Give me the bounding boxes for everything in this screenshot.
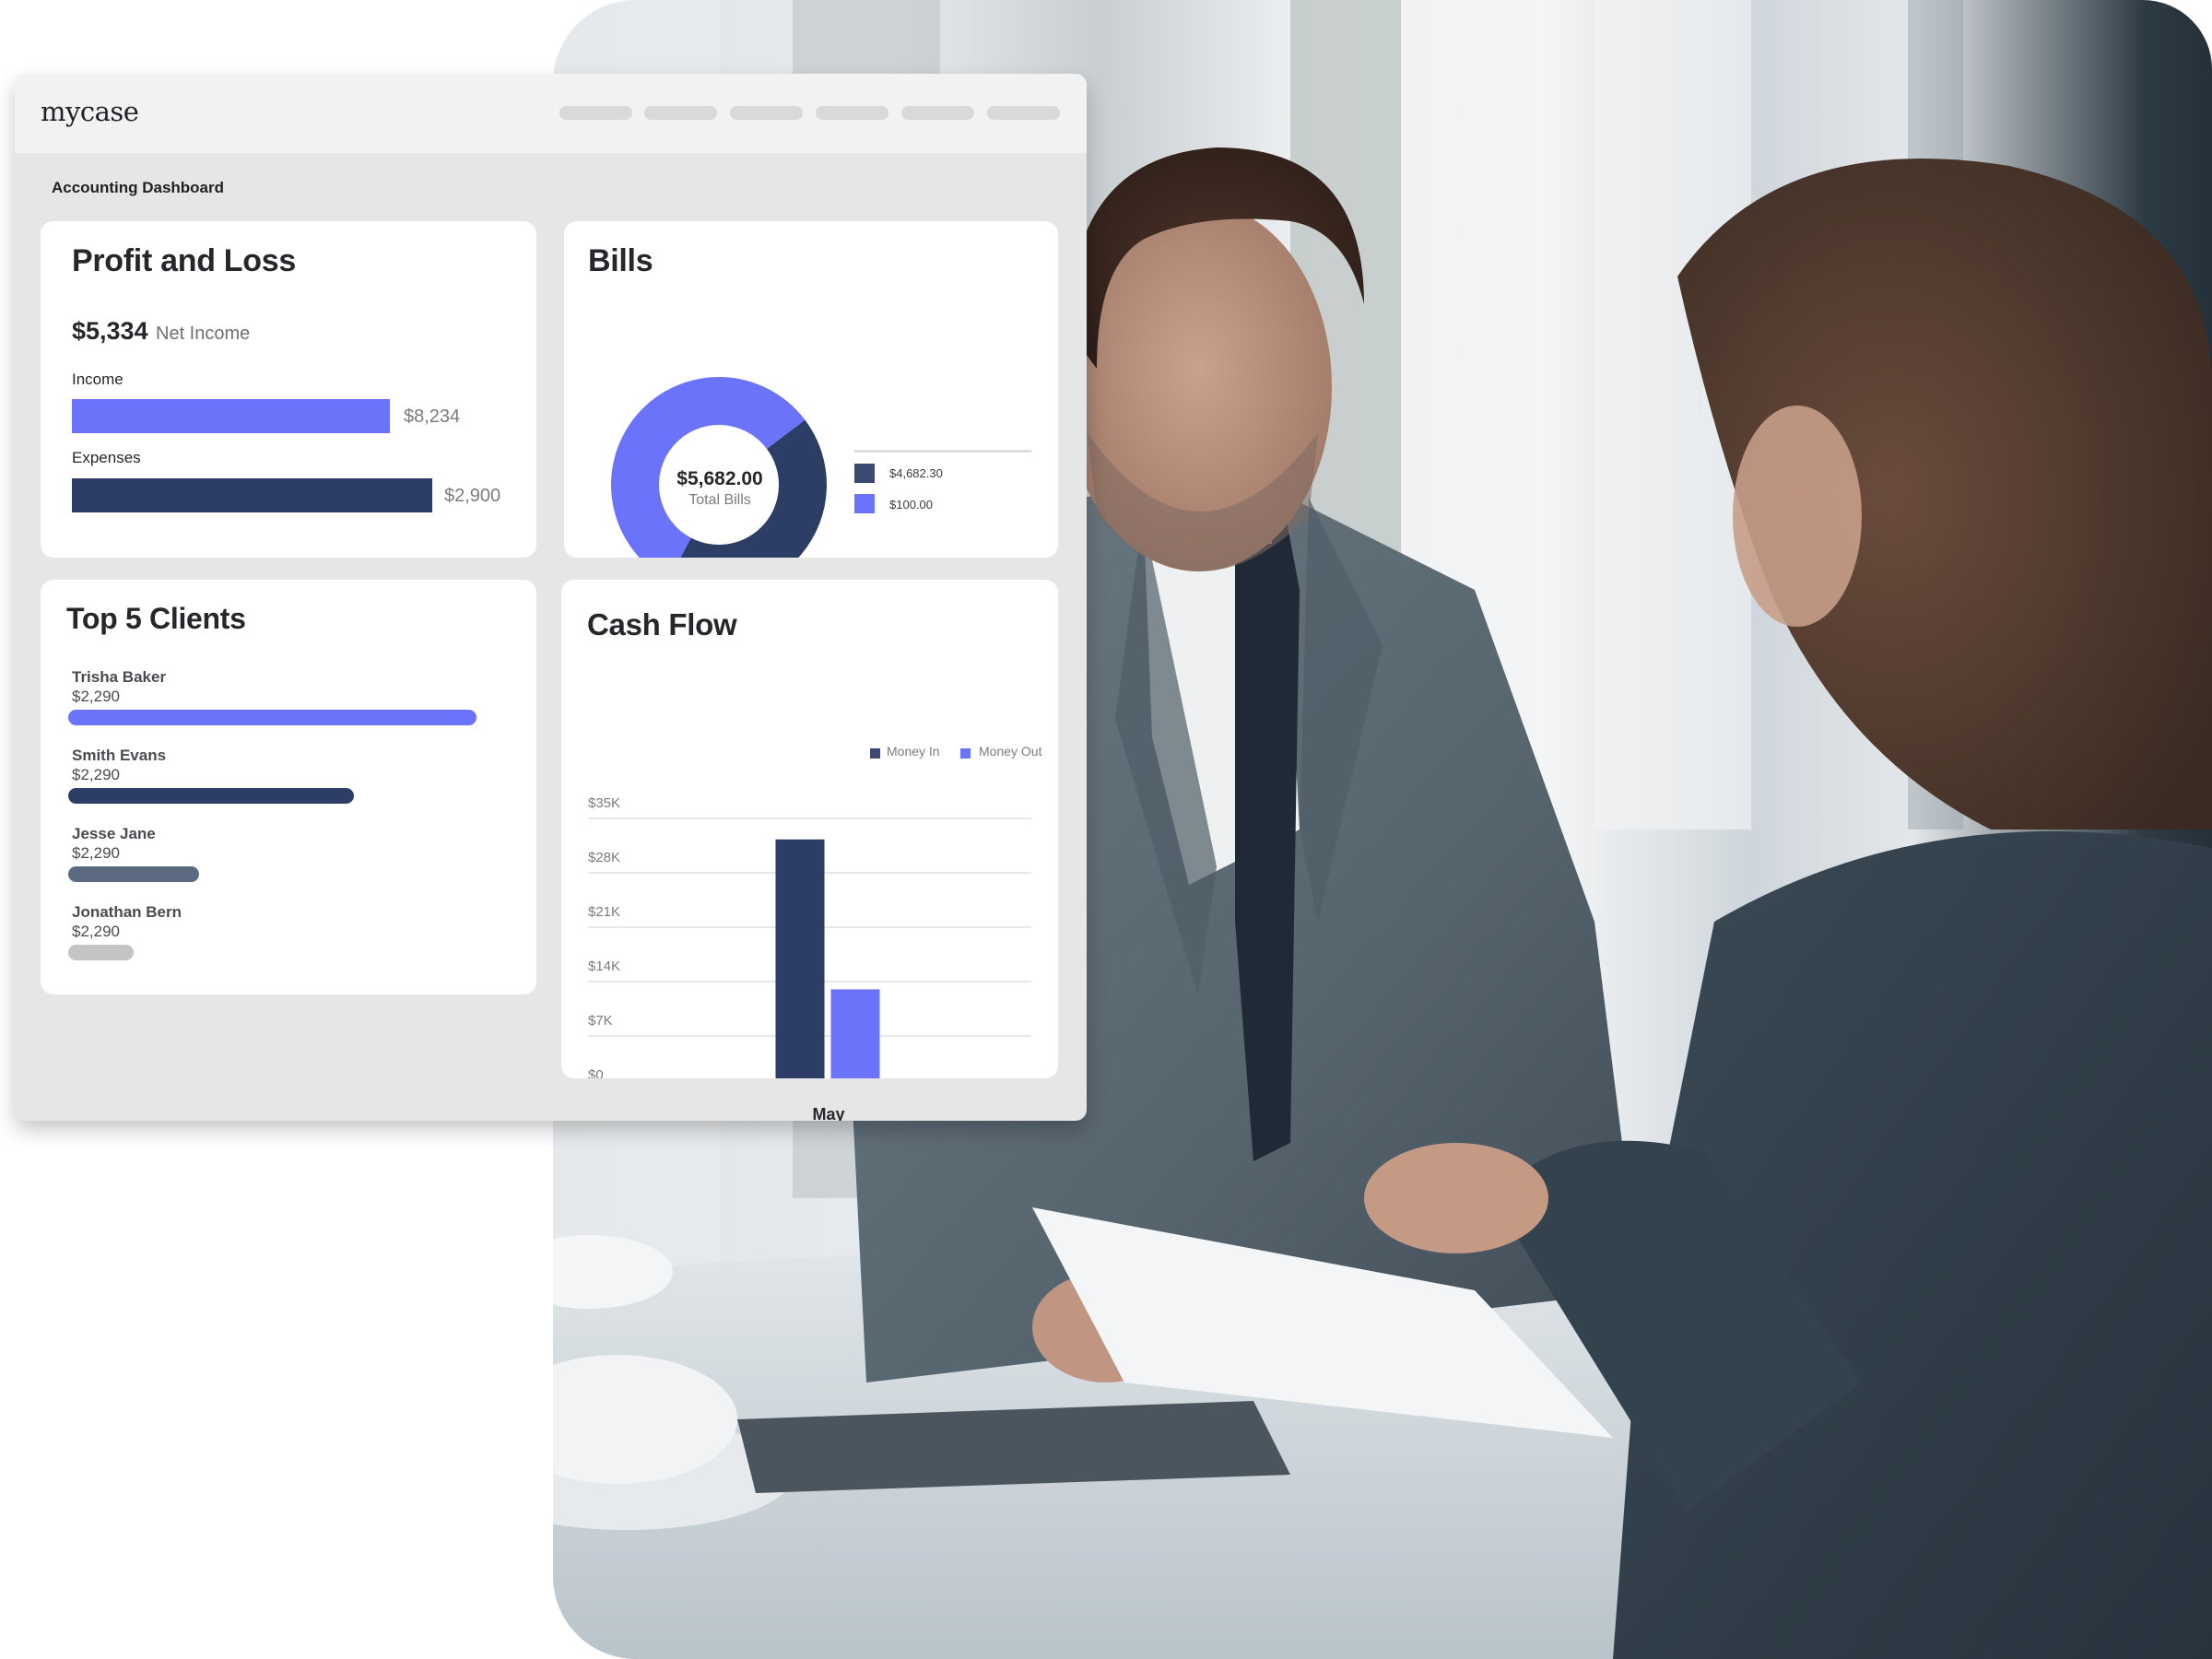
income-bar: [72, 399, 390, 433]
legend-label: $4,682.30: [889, 466, 943, 480]
bills-card[interactable]: Bills $5,682.00 Total Bills $4,682.30 $1…: [564, 221, 1058, 558]
mycase-logo[interactable]: mycase: [41, 96, 139, 127]
client-name: Smith Evans: [72, 747, 167, 764]
y-tick-label: $21K: [588, 904, 620, 920]
legend-divider: [854, 450, 1031, 453]
expenses-label: Expenses: [72, 449, 141, 466]
x-axis-label: May: [812, 1105, 845, 1121]
client-amount: $2,290: [72, 766, 120, 783]
cash-flow-bar-chart: $0 $7K $14K $21K $28K $35K: [588, 795, 1031, 1078]
nav-item-placeholder[interactable]: [730, 106, 803, 120]
card-title: Top 5 Clients: [66, 602, 246, 635]
legend-swatch: [854, 494, 875, 513]
client-amount: $2,290: [72, 688, 120, 705]
client-name: Jonathan Bern: [72, 903, 182, 921]
nav-item-placeholder[interactable]: [901, 106, 974, 120]
profit-loss-card[interactable]: Profit and Loss $5,334 Net Income Income…: [41, 221, 536, 558]
bills-total-value: $5,682.00: [677, 468, 763, 489]
client-bar: [68, 710, 477, 725]
bills-total-label: Total Bills: [688, 492, 751, 508]
top-nav-bar: mycase: [15, 74, 1087, 153]
y-tick-label: $28K: [588, 850, 620, 865]
expenses-bar: [72, 478, 432, 512]
nav-item-placeholder[interactable]: [559, 106, 632, 120]
client-bar: [68, 866, 199, 882]
dashboard-window: mycase Accounting Dashboard Profit and L…: [15, 74, 1087, 1121]
expenses-value: $2,900: [444, 486, 501, 506]
bills-donut-chart: [611, 377, 827, 558]
bar-money-out[interactable]: [830, 989, 880, 1078]
y-tick-label: $0: [588, 1067, 604, 1078]
y-tick-label: $7K: [588, 1013, 613, 1029]
top-clients-card[interactable]: Top 5 Clients Trisha Baker $2,290 Smith Ev…: [41, 580, 536, 994]
net-income-value: $5,334: [72, 317, 148, 345]
client-bar: [68, 788, 355, 804]
y-tick-label: $35K: [588, 795, 620, 811]
client-name: Jesse Jane: [72, 825, 156, 842]
card-title: Profit and Loss: [72, 243, 296, 278]
nav-item-placeholder[interactable]: [816, 106, 888, 120]
client-amount: $2,290: [72, 923, 120, 940]
nav-item-placeholder[interactable]: [987, 106, 1060, 120]
cash-flow-card[interactable]: Cash Flow Money In Money Out $0 $7K $14K $2…: [561, 580, 1058, 1121]
income-label: Income: [72, 371, 124, 388]
y-tick-label: $14K: [588, 959, 620, 974]
income-value: $8,234: [404, 406, 461, 427]
net-income-label: Net Income: [156, 324, 251, 344]
nav-item-placeholder[interactable]: [644, 106, 717, 120]
bar-money-in[interactable]: [775, 839, 825, 1078]
client-amount: $2,290: [72, 844, 120, 862]
page-title: Accounting Dashboard: [52, 179, 225, 196]
legend-swatch: [854, 464, 875, 483]
client-bar: [68, 945, 134, 960]
client-name: Trisha Baker: [72, 668, 167, 686]
legend-label: $100.00: [889, 498, 933, 512]
